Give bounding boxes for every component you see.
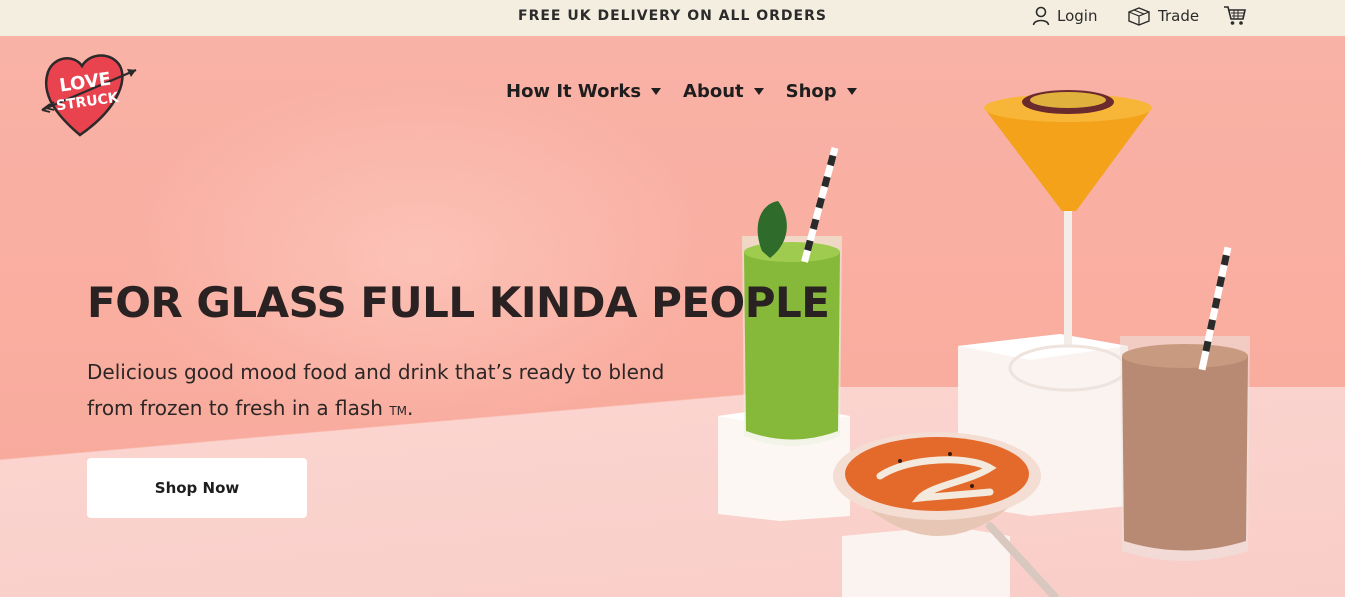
pedestal-bottom: [842, 526, 1010, 597]
top-announcement-bar: FREE UK DELIVERY ON ALL ORDERS Login Tra…: [0, 0, 1345, 36]
cart-icon: [1223, 5, 1247, 27]
nav-how-it-works[interactable]: How It Works: [506, 81, 662, 102]
nav-about[interactable]: About: [683, 81, 764, 102]
main-nav: How It Works About Shop: [506, 81, 857, 102]
trade-label: Trade: [1158, 7, 1200, 25]
hero-headline: FOR GLASS FULL KINDA PEOPLE: [87, 278, 830, 327]
nav-shop[interactable]: Shop: [786, 81, 857, 102]
caret-down-icon: [846, 88, 857, 95]
nav-how-it-works-label: How It Works: [506, 81, 642, 102]
hero-subtitle: Delicious good mood food and drink that’…: [87, 360, 665, 420]
trade-box-icon: [1127, 6, 1151, 26]
caret-down-icon: [651, 88, 662, 95]
login-label: Login: [1057, 7, 1098, 25]
caret-down-icon: [753, 88, 764, 95]
login-link[interactable]: Login: [1032, 4, 1097, 28]
user-icon: [1032, 6, 1050, 26]
trade-link[interactable]: Trade: [1127, 4, 1199, 28]
hero-subtitle-text: Delicious good mood food and drink that’…: [87, 360, 665, 420]
trademark-mark: TM: [389, 404, 408, 418]
nav-about-label: About: [683, 81, 744, 102]
lovestruck-logo[interactable]: LOVE STRUCK: [40, 50, 140, 140]
nav-shop-label: Shop: [785, 81, 837, 102]
shop-now-button[interactable]: Shop Now: [87, 458, 307, 518]
chocolate-shake-glass: [1120, 246, 1250, 561]
cart-link[interactable]: [1223, 4, 1247, 28]
